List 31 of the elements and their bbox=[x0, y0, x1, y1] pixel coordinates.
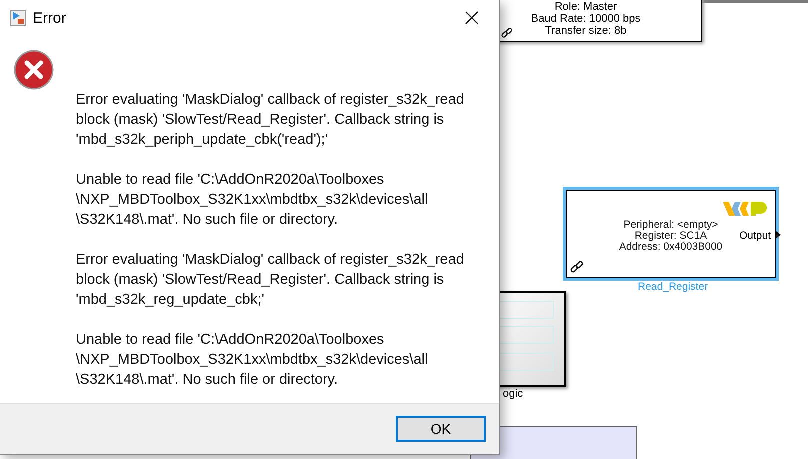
error-message-line: Unable to read file 'C:\AddOnR2020a\Toolboxes bbox=[76, 171, 386, 190]
error-message-line: 'mbd_s32k_periph_update_cbk('read');' bbox=[76, 131, 330, 150]
block-text: Baud Rate: 10000 bps bbox=[531, 13, 641, 25]
error-message-line: 'mbd_s32k_reg_update_cbk;' bbox=[76, 291, 266, 310]
error-message-line: \S32K148\.mat'. No such file or directory. bbox=[76, 371, 340, 390]
port-arrow-icon bbox=[776, 231, 781, 239]
error-icon bbox=[14, 50, 54, 90]
error-message-line: \NXP_MBDToolbox_S32K1xx\mbdtbx_s32k\devices\all bbox=[76, 191, 430, 210]
block-text: Transfer size: 8b bbox=[545, 25, 627, 37]
error-message-line: Unable to read file 'C:\AddOnR2020a\Toolboxes bbox=[76, 331, 386, 350]
app-icon bbox=[10, 10, 26, 26]
register-block[interactable]: Peripheral: <empty> Register: SC1A Address: 0x4003B000 Output bbox=[566, 190, 776, 278]
link-icon bbox=[570, 260, 584, 274]
error-message-line: Error evaluating 'MaskDialog' callback of register_s32k_read bbox=[76, 251, 464, 270]
window-title: Error bbox=[33, 10, 68, 26]
ok-button[interactable]: OK bbox=[396, 416, 486, 442]
error-message-line: Error evaluating 'MaskDialog' callback of register_s32k_read bbox=[76, 91, 464, 110]
block-text: Address: 0x4003B000 bbox=[619, 242, 723, 253]
block-name: ogic bbox=[503, 388, 524, 400]
link-icon bbox=[501, 27, 513, 39]
logo-icon bbox=[723, 201, 767, 217]
error-message-line: block (mask) 'SlowTest/Read_Register'. Callback string is bbox=[76, 111, 446, 130]
port-label: Output bbox=[739, 230, 771, 242]
error-message-line: \S32K148\.mat'. No such file or directory. bbox=[76, 211, 340, 230]
block-text: Register: SC1A bbox=[634, 231, 708, 242]
block-text: Role: Master bbox=[554, 1, 618, 13]
error-message-line: block (mask) 'SlowTest/Read_Register'. Callback string is bbox=[76, 271, 446, 290]
close-icon[interactable] bbox=[465, 11, 479, 25]
block-text: Peripheral: <empty> bbox=[624, 220, 718, 231]
error-message-line: \NXP_MBDToolbox_S32K1xx\mbdtbx_s32k\devices\all bbox=[76, 351, 430, 370]
block-name: Read_Register bbox=[638, 281, 708, 293]
